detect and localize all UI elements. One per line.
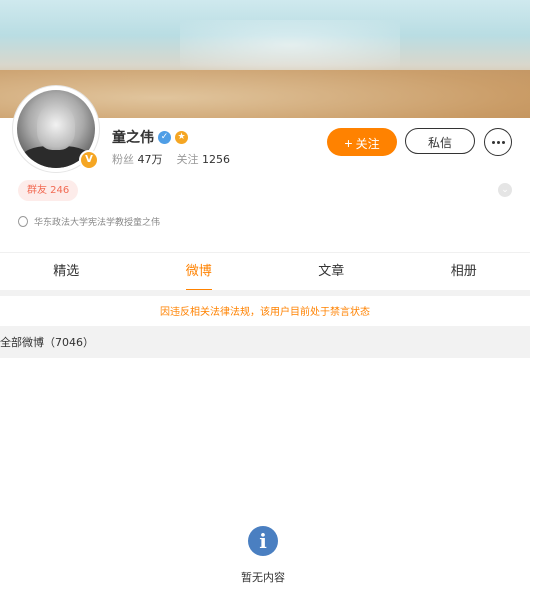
- fans-stat[interactable]: 粉丝 47万: [112, 151, 163, 167]
- chevron-down-icon[interactable]: ⌄: [498, 183, 512, 197]
- tab-articles[interactable]: 文章: [265, 253, 398, 290]
- section-divider: [0, 290, 530, 296]
- profile-page: V 童之伟 ✓ ★ 粉丝 47万 关注 1256 + 关注 私信 群友 246 ⌄…: [0, 0, 530, 600]
- dot-icon: [491, 140, 495, 144]
- info-icon: i: [248, 526, 278, 556]
- user-name: 童之伟: [112, 130, 154, 146]
- all-weibo-header[interactable]: 全部微博（7046）: [0, 326, 530, 358]
- following-stat[interactable]: 关注 1256: [177, 151, 231, 167]
- name-row: 童之伟 ✓ ★: [112, 127, 188, 147]
- verified-badge-icon: V: [79, 150, 99, 170]
- plus-icon: +: [344, 135, 353, 151]
- tab-album[interactable]: 相册: [398, 253, 531, 290]
- dot-icon: [496, 140, 500, 144]
- avatar[interactable]: V: [13, 86, 99, 172]
- banned-notice: 因违反相关法律法规，该用户目前处于禁言状态: [160, 307, 370, 318]
- dot-icon: [501, 140, 505, 144]
- tab-weibo[interactable]: 微博: [133, 253, 266, 291]
- user-stats: 粉丝 47万 关注 1256: [112, 151, 230, 167]
- bio-line: 华东政法大学宪法学教授童之伟: [18, 215, 160, 228]
- group-fans-chip[interactable]: 群友 246: [18, 180, 79, 201]
- weibo-verified-icon[interactable]: ✓: [158, 130, 171, 144]
- follow-button[interactable]: + 关注: [327, 128, 397, 156]
- fan-badge-icon[interactable]: ★: [175, 130, 188, 144]
- more-options-button[interactable]: [484, 128, 512, 156]
- message-button[interactable]: 私信: [405, 128, 475, 154]
- location-icon: [18, 216, 28, 227]
- empty-state-text: 暂无内容: [241, 571, 285, 584]
- tab-featured[interactable]: 精选: [0, 253, 133, 290]
- profile-tabs: 精选 微博 文章 相册: [0, 252, 531, 291]
